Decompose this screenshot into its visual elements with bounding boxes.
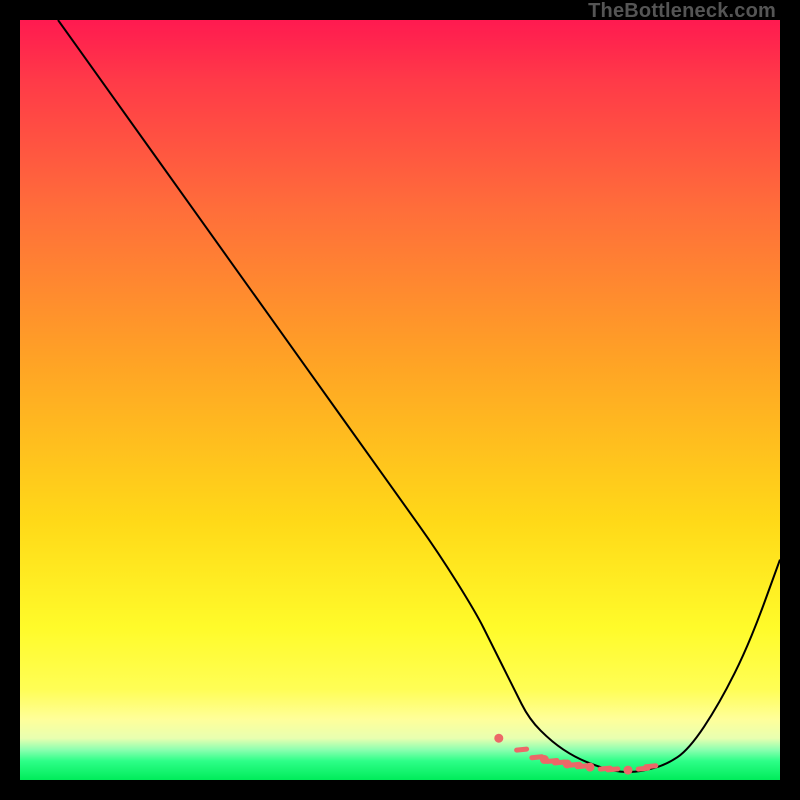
bottleneck-curve	[58, 20, 780, 772]
marker-dot	[563, 760, 572, 769]
bottleneck-curve-svg	[20, 20, 780, 780]
marker-dash	[646, 766, 656, 767]
marker-dash	[570, 764, 580, 765]
marker-dash	[577, 766, 587, 767]
marker-dash	[547, 761, 557, 762]
marker-dash	[517, 749, 527, 750]
marker-dash	[555, 762, 565, 763]
marker-dash	[600, 768, 610, 769]
marker-dash	[608, 769, 618, 770]
marker-dash	[532, 757, 542, 758]
optimum-markers	[494, 734, 656, 775]
watermark-text: TheBottleneck.com	[588, 0, 776, 23]
gradient-plot-area	[20, 20, 780, 780]
marker-dot	[494, 734, 503, 743]
marker-dash	[638, 768, 648, 769]
marker-dot	[540, 755, 549, 764]
marker-dot	[624, 766, 633, 775]
marker-dot	[586, 763, 595, 772]
